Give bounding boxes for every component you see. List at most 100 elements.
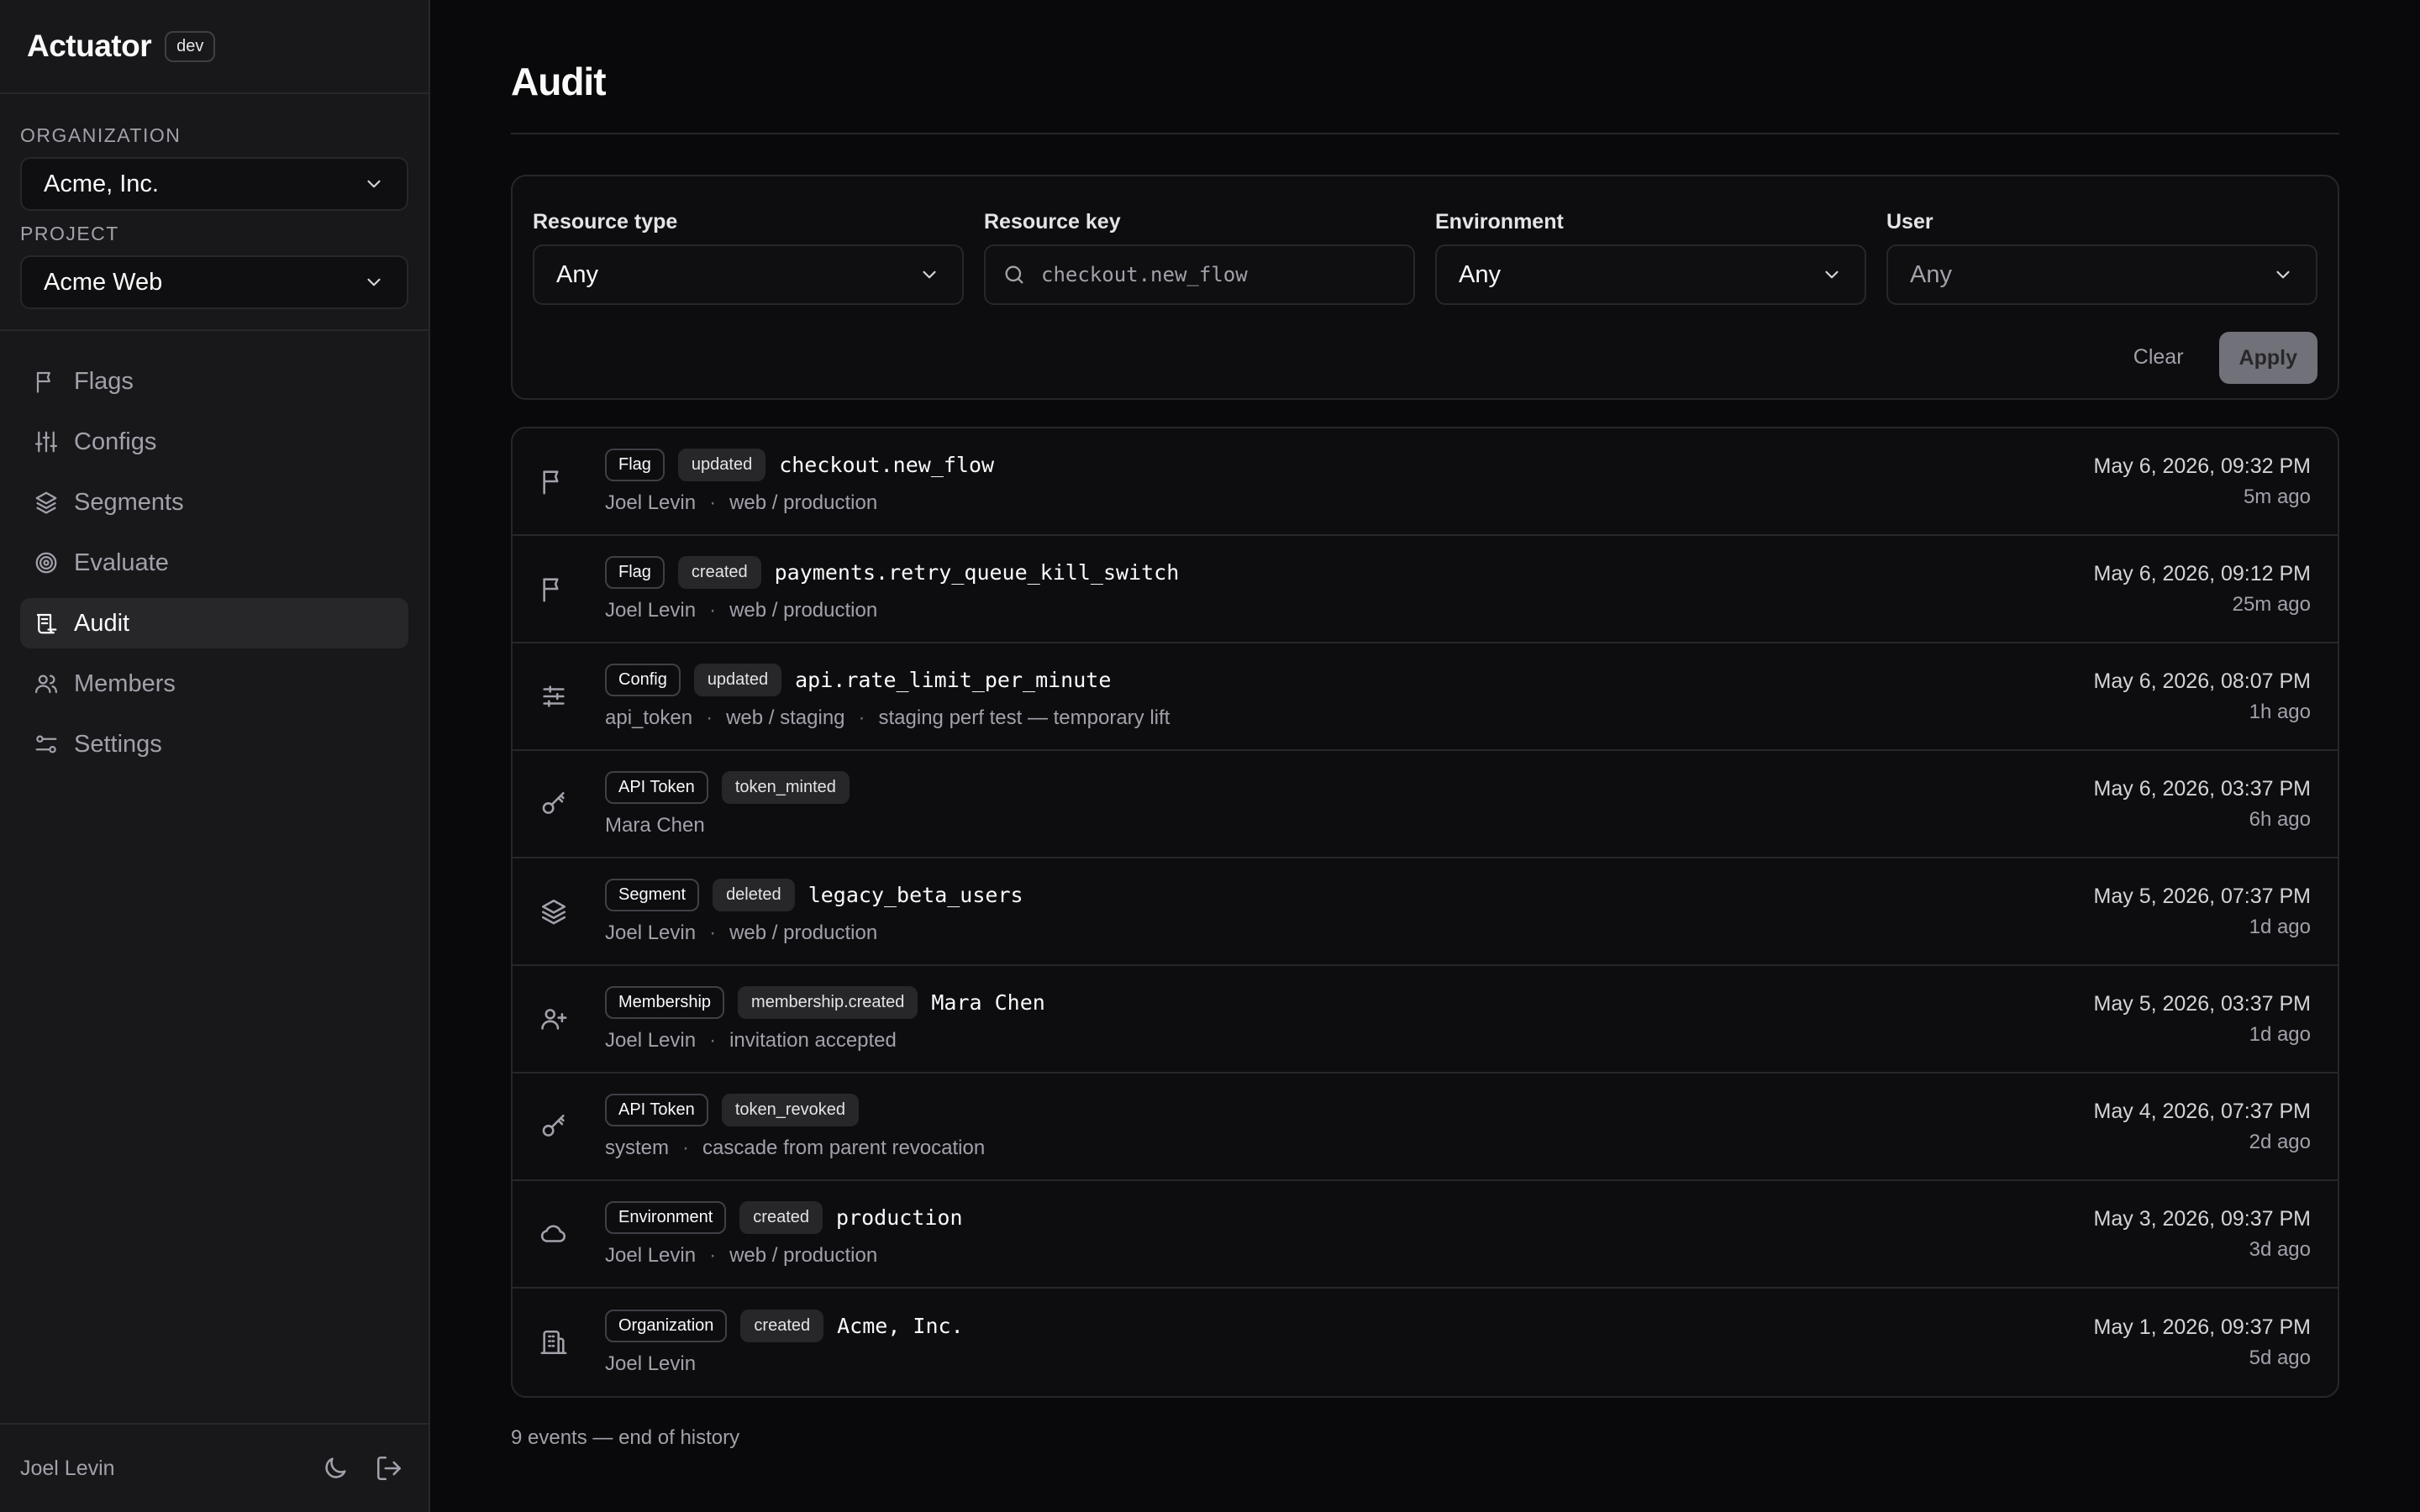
event-meta: Joel Levin · invitation accepted — [605, 1029, 2094, 1053]
event-relative-time: 25m ago — [2232, 592, 2311, 616]
event-actor: api_token — [605, 706, 693, 729]
chevron-down-icon — [1825, 270, 1839, 279]
event-date: May 5, 2026, 07:37 PM — [2093, 884, 2311, 908]
event-actor: Joel Levin — [605, 921, 697, 944]
resource-key-label: Resource key — [984, 210, 1121, 234]
user-label: User — [1886, 210, 1933, 234]
event-actor: Joel Levin — [605, 491, 697, 514]
sidebar-item-evaluate[interactable]: Evaluate — [20, 538, 408, 588]
context-pickers: ORGANIZATION Acme, Inc. PROJECT Acme Web — [0, 94, 429, 331]
action-chip: token_minted — [721, 770, 850, 804]
resource-type-chip: API Token — [605, 770, 708, 804]
separator-dot: · — [709, 598, 717, 622]
building-icon — [540, 1330, 567, 1355]
sidebar-item-label: Evaluate — [74, 549, 169, 576]
event-detail: staging perf test — temporary lift — [878, 706, 1171, 729]
project-select[interactable]: Acme Web — [20, 255, 408, 309]
key-icon — [538, 790, 570, 818]
apply-button[interactable]: Apply — [2218, 332, 2317, 384]
audit-event-row[interactable]: Config updated api.rate_limit_per_minute… — [513, 643, 2338, 751]
separator-dot: · — [858, 706, 865, 729]
settings-icon — [35, 735, 57, 753]
chevron-down-icon — [367, 180, 381, 188]
resource-type-chip: Organization — [605, 1309, 728, 1342]
project-value: Acme Web — [44, 268, 163, 296]
sidebar-item-configs[interactable]: Configs — [20, 417, 408, 467]
moon-icon[interactable] — [321, 1454, 350, 1483]
event-detail: web / production — [729, 491, 878, 514]
audit-event-row[interactable]: Flag created payments.retry_queue_kill_s… — [513, 536, 2338, 643]
audit-event-row[interactable]: API Token token_revoked system · cascade f… — [513, 1074, 2338, 1181]
page-title: Audit — [511, 0, 2339, 134]
event-actor: Joel Levin — [605, 1028, 697, 1052]
event-relative-time: 1h ago — [2249, 700, 2311, 723]
event-date: May 6, 2026, 03:37 PM — [2093, 776, 2311, 801]
layers-icon — [35, 491, 57, 514]
action-chip: created — [739, 1200, 823, 1234]
event-relative-time: 1d ago — [2249, 1022, 2311, 1046]
event-meta: Mara Chen — [605, 814, 2094, 837]
sidebar-item-settings[interactable]: Settings — [20, 719, 408, 769]
event-meta: system · cascade from parent revocation — [605, 1137, 2094, 1160]
event-relative-time: 5m ago — [2243, 485, 2311, 508]
event-relative-time: 2d ago — [2249, 1130, 2311, 1153]
environment-value: Any — [1459, 260, 1501, 288]
logout-icon[interactable] — [375, 1454, 403, 1483]
building-icon — [538, 1328, 570, 1357]
resource-type-select[interactable]: Any — [533, 244, 964, 305]
event-actor: system — [605, 1136, 670, 1159]
event-detail: web / production — [729, 1243, 878, 1267]
action-chip: created — [740, 1309, 824, 1342]
event-detail: web / production — [729, 598, 878, 622]
event-date: May 4, 2026, 07:37 PM — [2093, 1099, 2311, 1123]
target-icon — [35, 552, 57, 574]
environment-select[interactable]: Any — [1435, 244, 1866, 305]
sliders-icon — [35, 431, 57, 453]
clear-button[interactable]: Clear — [2115, 332, 2202, 382]
flag-icon — [538, 467, 570, 496]
event-detail: web / production — [729, 921, 878, 944]
organization-select[interactable]: Acme, Inc. — [20, 157, 408, 211]
sidebar-item-audit[interactable]: Audit — [20, 598, 408, 648]
project-label: PROJECT — [20, 223, 119, 244]
action-chip: updated — [693, 663, 782, 696]
main-content: Audit Resource type Any Resource key Env… — [430, 0, 2420, 1512]
chevron-down-icon — [367, 278, 381, 286]
resource-type-chip: Config — [605, 663, 681, 696]
audit-event-row[interactable]: Environment created production Joel Levi… — [513, 1181, 2338, 1289]
sidebar-item-flags[interactable]: Flags — [20, 356, 408, 407]
action-chip: token_revoked — [721, 1093, 860, 1126]
resource-key: Mara Chen — [931, 990, 1045, 1015]
event-actor: Joel Levin — [605, 598, 697, 622]
sidebar-item-label: Configs — [74, 428, 157, 455]
sidebar-item-segments[interactable]: Segments — [20, 477, 408, 528]
resource-type-value: Any — [556, 260, 598, 288]
event-relative-time: 6h ago — [2249, 807, 2311, 831]
sliders-icon — [543, 685, 565, 707]
resource-type-filter: Resource type Any — [533, 210, 964, 305]
action-chip: membership.created — [738, 985, 918, 1019]
resource-key-input[interactable] — [1041, 263, 1397, 286]
event-meta: Joel Levin — [605, 1352, 2094, 1376]
event-detail: cascade from parent revocation — [702, 1136, 986, 1159]
user-plus-icon — [541, 1009, 567, 1030]
sliders-icon — [538, 682, 570, 711]
audit-event-row[interactable]: Organization created Acme, Inc. Joel Lev… — [513, 1289, 2338, 1396]
resource-key: payments.retry_queue_kill_switch — [774, 559, 1180, 585]
event-detail: web / staging — [726, 706, 845, 729]
audit-event-row[interactable]: API Token token_minted Mara Chen May 6, … — [513, 751, 2338, 858]
event-date: May 6, 2026, 08:07 PM — [2093, 669, 2311, 693]
layers-icon — [541, 899, 566, 925]
app-name: Actuator — [27, 29, 152, 63]
key-icon — [542, 1114, 565, 1137]
layers-icon — [538, 897, 570, 926]
user-select[interactable]: Any — [1886, 244, 2317, 305]
audit-event-row[interactable]: Segment deleted legacy_beta_users Joel L… — [513, 858, 2338, 966]
resource-type-chip: Flag — [605, 555, 665, 589]
separator-dot: · — [706, 706, 713, 729]
separator-dot: · — [709, 921, 717, 944]
audit-event-row[interactable]: Membership membership.created Mara Chen … — [513, 966, 2338, 1074]
event-actor: Joel Levin — [605, 1352, 697, 1375]
audit-event-row[interactable]: Flag updated checkout.new_flow Joel Levi… — [513, 428, 2338, 536]
sidebar-item-members[interactable]: Members — [20, 659, 408, 709]
